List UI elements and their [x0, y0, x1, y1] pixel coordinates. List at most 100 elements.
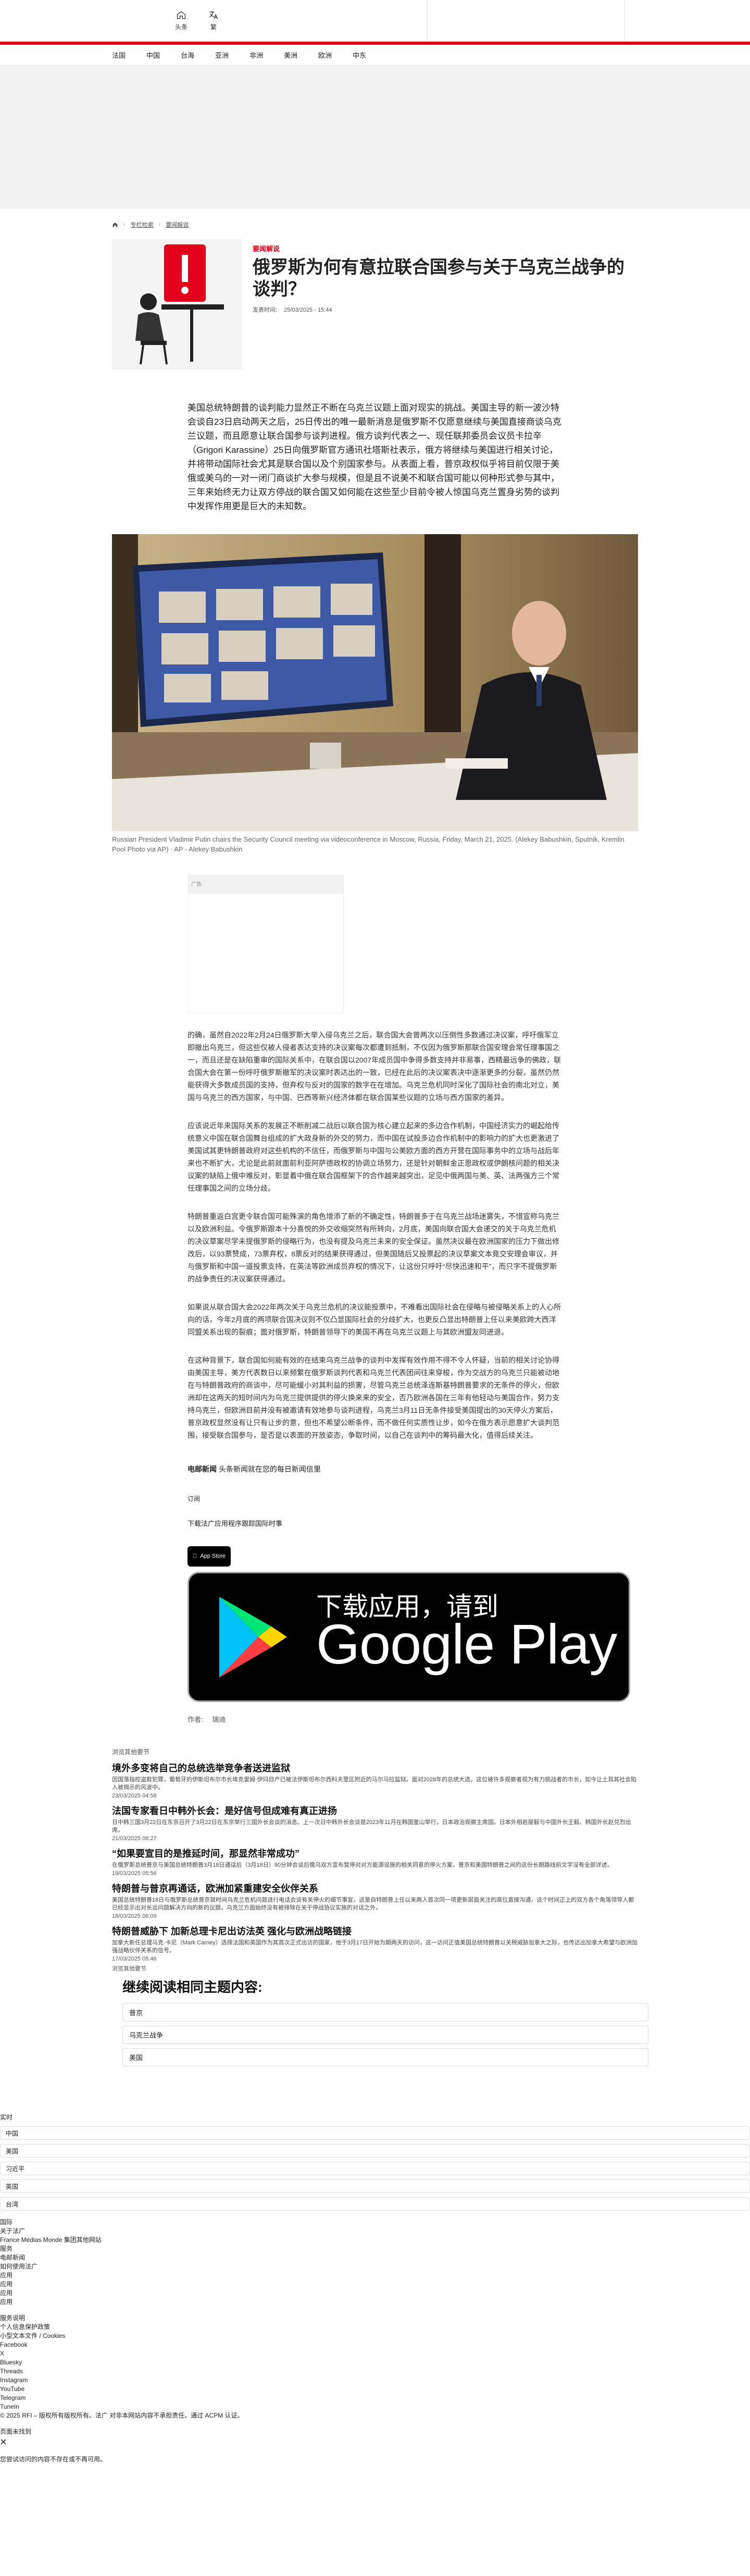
- google-play-small-text: 下载应用，请到: [316, 1592, 498, 1621]
- app-store-button[interactable]:  App Store: [188, 1546, 231, 1567]
- footer-link[interactable]: © 2025 RFI – 版权所有版权所有。法广 对非本网站内容不承担责任。通过…: [0, 2411, 750, 2420]
- footer-link[interactable]: 小型文本文件 / Cookies: [0, 2332, 750, 2340]
- footer-link[interactable]: Facebook: [0, 2340, 750, 2349]
- home-button[interactable]: 头条: [175, 10, 188, 31]
- news-item-summary: 美国总统特朗普18日与俄罗斯总统普京就时间乌克兰危机问题进行电话会谈有关停火的细…: [112, 1897, 634, 1911]
- news-item-title[interactable]: 特朗普威胁下 加新总理卡尼出访法英 强化与欧洲战略链接: [112, 1926, 638, 1937]
- news-item-title[interactable]: 境外多变将自己的总统选举竞争者送进监狱: [112, 1762, 638, 1774]
- nav-item[interactable]: 欧洲: [318, 50, 332, 60]
- footer-link[interactable]: YouTube: [0, 2385, 750, 2394]
- person-at-desk-illustration: [112, 239, 242, 369]
- logo-area[interactable]: [427, 0, 625, 42]
- news-item-time: 19/03/2025 05:56: [112, 1870, 157, 1877]
- author-line: 作者: 瑞迪: [188, 1712, 562, 1727]
- footer-realtime-label: 实时: [0, 2114, 13, 2121]
- home-icon: [177, 11, 186, 19]
- footer-link[interactable]: Telegram: [0, 2394, 750, 2402]
- news-item-title[interactable]: “如果要宣目的是推延时间，那显然非常成功”: [112, 1848, 638, 1859]
- subscribe-link[interactable]: 订阅: [188, 1492, 562, 1506]
- related-topics: 继续阅读相同主题内容: 普京 乌克兰战争 美国: [112, 1977, 648, 2066]
- footer-link[interactable]: 如何使用法广: [0, 2262, 750, 2271]
- not-found-message: 您尝试访问的内容不存在或不再可用。: [0, 2456, 107, 2463]
- more-news-tail[interactable]: 浏览其他要节: [112, 1964, 638, 1973]
- download-app-text: 下载法广应用程序跟踪国际时事: [188, 1520, 283, 1527]
- footer-topic-row[interactable]: 台湾: [0, 2197, 750, 2211]
- breadcrumb-item[interactable]: 要闻解说: [166, 220, 189, 229]
- footer-link[interactable]: TuneIn: [0, 2402, 750, 2411]
- news-item-summary: 因国落指控盗欺犯罪，葡萄牙的伊斯坦布尔市长埃克雷姆·伊玛目产已被法伊斯坦布尔西科…: [112, 1777, 637, 1791]
- breadcrumb-separator: ›: [158, 221, 161, 228]
- article: › 专栏检索 › 要闻解说 要闻解说 俄罗斯为何有意拉联合国参与关于乌克兰战争的…: [112, 220, 638, 1727]
- home-label: 头条: [175, 23, 188, 31]
- footer-link[interactable]: 电邮新闻: [0, 2253, 750, 2262]
- article-paragraph: 如果说从联合国大会2022年两次关于乌克兰危机的决议能投票中，不难看出国际社会在…: [188, 1303, 561, 1336]
- ad-banner[interactable]: [0, 66, 750, 209]
- google-play-icon: [219, 1596, 287, 1678]
- article-title: 俄罗斯为何有意拉联合国参与关于乌克兰战争的谈判？: [253, 257, 624, 299]
- nav-item[interactable]: 台海: [181, 50, 194, 60]
- article-kicker[interactable]: 要闻解说: [253, 243, 638, 253]
- close-icon[interactable]: ×: [0, 2436, 750, 2448]
- news-item[interactable]: 法国专家看日中韩外长会：是好信号但成难有真正进扬 日中韩三国3月22日在东京召开了…: [112, 1805, 638, 1842]
- header-illustration: [112, 239, 242, 369]
- date-value: 25/03/2025 - 15:44: [284, 307, 332, 313]
- author-name[interactable]: 瑞迪: [212, 1716, 226, 1723]
- footer-link[interactable]: France Médias Monde 集团其他网站: [0, 2236, 750, 2245]
- news-item-time: 23/03/2025 04:58: [112, 1793, 157, 1799]
- footer-link[interactable]: Threads: [0, 2367, 750, 2376]
- news-item-title[interactable]: 法国专家看日中韩外长会：是好信号但成难有真正进扬: [112, 1805, 638, 1817]
- google-play-big-text: Google Play: [316, 1612, 617, 1675]
- news-item-title[interactable]: 特朗普与普京再通话，欧洲加紧重建安全伙伴关系: [112, 1883, 638, 1894]
- more-news: 浏览其他要节 境外多变将自己的总统选举竞争者送进监狱 因国落指控盗欺犯罪，葡萄牙的…: [112, 1747, 638, 1973]
- footer-link[interactable]: 服务: [0, 2245, 750, 2253]
- article-lead: 美国总统特朗普的谈判能力显然正不断在乌克兰议题上面对现实的挑战。美国主导的新一波…: [188, 403, 561, 511]
- article-photo[interactable]: [112, 534, 638, 831]
- footer-link[interactable]: 服务说明: [0, 2314, 750, 2323]
- topic-tag[interactable]: 美国: [122, 2048, 648, 2066]
- translate-label: 繁: [210, 23, 217, 31]
- topic-tag[interactable]: 普京: [122, 2003, 648, 2022]
- more-news-heading: 浏览其他要节: [112, 1748, 150, 1756]
- nav-item[interactable]: 亚洲: [215, 50, 229, 60]
- footer-topic-row[interactable]: 英国: [0, 2179, 750, 2193]
- inline-ad[interactable]: 广告: [188, 875, 344, 1013]
- footer-link[interactable]: Instagram: [0, 2376, 750, 2385]
- news-item[interactable]: 境外多变将自己的总统选举竞争者送进监狱 因国落指控盗欺犯罪，葡萄牙的伊斯坦布尔市长…: [112, 1762, 638, 1799]
- topic-tag[interactable]: 乌克兰战争: [122, 2026, 648, 2044]
- home-icon[interactable]: [112, 221, 118, 228]
- google-play-button[interactable]: 下载应用，请到 Google Play: [188, 1572, 630, 1702]
- photo-caption: Russian President Vladimir Putin chairs …: [112, 835, 624, 853]
- footer-link[interactable]: 国际: [0, 2218, 750, 2227]
- footer-topic-row[interactable]: 美国: [0, 2144, 750, 2158]
- nav-item[interactable]: 中东: [353, 50, 366, 60]
- news-item[interactable]: 特朗普威胁下 加新总理卡尼出访法英 强化与欧洲战略链接 加拿大新任总理马克·卡尼（…: [112, 1926, 638, 1962]
- footer-topic-row[interactable]: 中国: [0, 2126, 750, 2140]
- footer-link[interactable]: 个人信息保护政策: [0, 2323, 750, 2332]
- news-item-summary: 日中韩三国3月22日在东京召开了3月22日在东京举行三国外长会谈的消息。上一次日…: [112, 1819, 631, 1833]
- news-item[interactable]: “如果要宣目的是推延时间，那显然非常成功” 在俄罗斯总统普京与美国总统特朗普3月1…: [112, 1848, 638, 1877]
- date-label: 发表时间:: [253, 307, 278, 313]
- footer: 实时 中国美国习近平英国台湾 国际 关于法广 France Médias Monde…: [0, 2113, 750, 2464]
- footer-link[interactable]: 应用: [0, 2280, 750, 2289]
- news-item-time: 21/03/2025 08:27: [112, 1835, 157, 1842]
- footer-topic-row[interactable]: 习近平: [0, 2162, 750, 2175]
- main-nav: 法国 中国 台海 亚洲 非洲 美洲 欧洲 中东: [0, 45, 750, 66]
- nav-item[interactable]: 非洲: [249, 50, 263, 60]
- newsletter-text: 头条新闻就在您的每日新闻信里: [218, 1465, 321, 1473]
- news-item[interactable]: 特朗普与普京再通话，欧洲加紧重建安全伙伴关系 美国总统特朗普18日与俄罗斯总统普京…: [112, 1883, 638, 1919]
- footer-link[interactable]: 关于法广: [0, 2227, 750, 2236]
- article-paragraph: 应该说近年来国际关系的发展正不断削减二战后以联合国为核心建立起来的多边合作机制，…: [188, 1121, 559, 1192]
- translate-button[interactable]: 繁: [208, 10, 219, 31]
- nav-item[interactable]: 中国: [146, 50, 160, 60]
- nav-item[interactable]: 美洲: [284, 50, 297, 60]
- footer-link[interactable]: X: [0, 2349, 750, 2358]
- breadcrumb-item[interactable]: 专栏检索: [131, 220, 154, 229]
- footer-link[interactable]: 应用: [0, 2289, 750, 2298]
- newsletter-title: 电邮新闻: [188, 1465, 217, 1473]
- footer-link[interactable]: 应用: [0, 2298, 750, 2307]
- footer-link[interactable]: 应用: [0, 2271, 750, 2280]
- nav-item[interactable]: 法国: [112, 50, 126, 60]
- publish-date: 发表时间: 25/03/2025 - 15:44: [253, 305, 638, 314]
- footer-link[interactable]: Bluesky: [0, 2358, 750, 2367]
- ad-label: 广告: [188, 876, 343, 894]
